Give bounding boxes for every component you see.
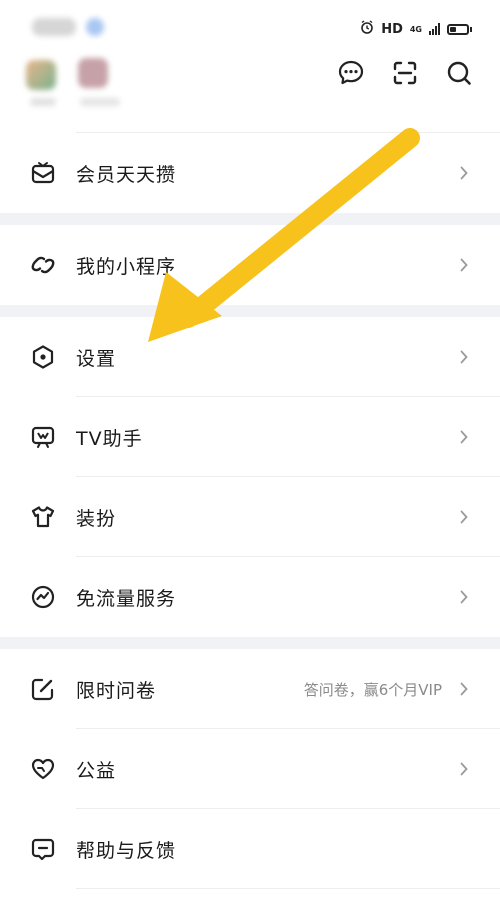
menu-item-label: 公益: [76, 759, 117, 782]
menu-item-label: 我的小程序: [76, 255, 177, 278]
menu-item-tv-assistant[interactable]: TV助手: [0, 397, 500, 477]
chevron-right-icon: [458, 349, 470, 365]
chevron-right-icon: [458, 761, 470, 777]
charity-heart-icon: [30, 756, 56, 782]
menu-list: 会员天天攒 我的小程序 设置 TV助手 装扮 免流量服务 限时问卷 答问卷，赢6…: [0, 132, 500, 889]
menu-item-help-feedback[interactable]: 帮助与反馈: [0, 809, 500, 889]
menu-item-charity[interactable]: 公益: [0, 729, 500, 809]
survey-promo-hint: 答问卷，赢6个月VIP: [303, 680, 442, 699]
chevron-right-icon: [458, 509, 470, 525]
menu-item-label: 免流量服务: [76, 587, 177, 610]
menu-item-settings[interactable]: 设置: [0, 317, 500, 397]
chevron-right-icon: [458, 257, 470, 273]
menu-item-label: TV助手: [76, 427, 143, 450]
menu-item-label: 装扮: [76, 507, 117, 530]
section-gap: [0, 637, 500, 649]
menu-item-mini-programs[interactable]: 我的小程序: [0, 225, 500, 305]
section-gap: [0, 213, 500, 225]
search-icon[interactable]: [444, 58, 474, 88]
blurred-caption: [30, 98, 56, 106]
menu-item-dress-up[interactable]: 装扮: [0, 477, 500, 557]
battery-icon: [447, 23, 469, 35]
blurred-avatar-secondary[interactable]: [78, 58, 108, 88]
menu-item-free-data-service[interactable]: 免流量服务: [0, 557, 500, 637]
blurred-avatar[interactable]: [26, 60, 56, 90]
menu-item-label: 帮助与反馈: [76, 839, 177, 862]
blurred-status-dot: [86, 18, 104, 36]
network-label: HD: [381, 21, 403, 37]
mini-program-icon: [30, 252, 56, 278]
menu-item-label: 会员天天攒: [76, 163, 177, 186]
battery-tip: [470, 26, 472, 32]
shirt-icon: [30, 504, 56, 530]
menu-item-label: 设置: [76, 347, 117, 370]
chat-bubble-icon[interactable]: [336, 58, 366, 88]
survey-edit-icon: [30, 676, 56, 702]
header-actions: [336, 58, 474, 88]
blurred-status-info: [32, 18, 76, 36]
network-type: 4G: [409, 24, 422, 34]
profile-header: [0, 46, 500, 132]
signal-icon: [429, 23, 440, 35]
menu-item-member-savings[interactable]: 会员天天攒: [0, 133, 500, 213]
chevron-right-icon: [458, 165, 470, 181]
gift-box-icon: [30, 160, 56, 186]
section-gap: [0, 305, 500, 317]
alarm-icon: [360, 20, 374, 38]
data-service-icon: [30, 584, 56, 610]
chevron-right-icon: [458, 429, 470, 445]
tv-icon: [30, 424, 56, 450]
chevron-right-icon: [458, 681, 470, 697]
help-feedback-icon: [30, 836, 56, 862]
status-bar: HD 4G: [0, 0, 500, 46]
chevron-right-icon: [458, 589, 470, 605]
menu-item-label: 限时问卷: [76, 679, 157, 702]
status-indicators: HD 4G: [360, 20, 472, 38]
scan-icon[interactable]: [390, 58, 420, 88]
blurred-caption-secondary: [80, 98, 120, 106]
divider: [76, 888, 500, 889]
menu-item-limited-survey[interactable]: 限时问卷 答问卷，赢6个月VIP: [0, 649, 500, 729]
settings-hexagon-icon: [30, 344, 56, 370]
